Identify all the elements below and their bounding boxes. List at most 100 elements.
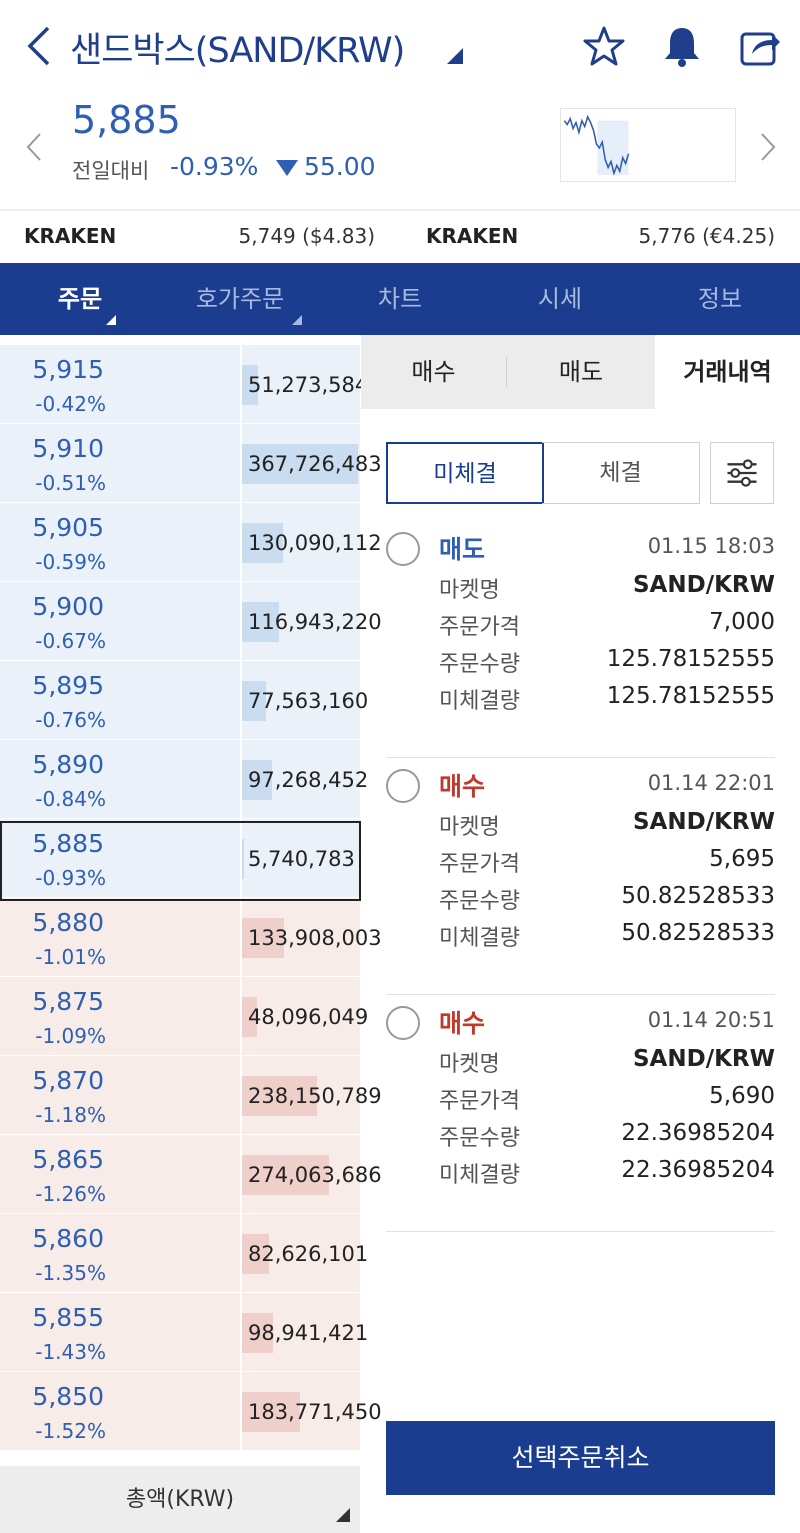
quantity-cell[interactable]: 51,273,584 bbox=[242, 345, 368, 423]
price-cell[interactable]: 5,910 -0.51% bbox=[0, 424, 240, 502]
mini-chart[interactable] bbox=[560, 108, 736, 182]
row-change: -0.84% bbox=[35, 787, 106, 811]
diff-label: 전일대비 bbox=[72, 159, 150, 183]
order-item[interactable]: 매수 01.14 22:01 마켓명 SAND/KRW 주문가격 5,695 주문수량 50.… bbox=[386, 757, 775, 995]
row-quantity: 116,943,220 bbox=[248, 610, 382, 634]
row-quantity: 130,090,112 bbox=[248, 531, 382, 555]
back-icon[interactable] bbox=[22, 22, 58, 70]
share-icon[interactable] bbox=[738, 24, 782, 68]
row-change: -1.26% bbox=[35, 1182, 106, 1206]
tab-chart-label: 차트 bbox=[377, 285, 423, 313]
order-item[interactable]: 매도 01.15 18:03 마켓명 SAND/KRW 주문가격 7,000 주문수량 125… bbox=[386, 520, 775, 758]
price-cell[interactable]: 5,870 -1.18% bbox=[0, 1056, 240, 1134]
bid-row[interactable]: 5,865 -1.26% 274,063,686 bbox=[0, 1135, 382, 1214]
ask-row[interactable]: 5,915 -0.42% 51,273,584 bbox=[0, 345, 368, 424]
quantity-cell[interactable]: 133,908,003 bbox=[242, 898, 382, 976]
quantity-cell[interactable]: 367,726,483 bbox=[242, 424, 382, 502]
order-price: 5,695 bbox=[709, 846, 775, 872]
ask-row[interactable]: 5,910 -0.51% 367,726,483 bbox=[0, 424, 382, 503]
quantity-cell[interactable]: 116,943,220 bbox=[242, 582, 382, 660]
order-item[interactable]: 매수 01.14 20:51 마켓명 SAND/KRW 주문가격 5,690 주문수량 22.… bbox=[386, 994, 775, 1232]
quantity-cell[interactable]: 97,268,452 bbox=[242, 740, 368, 818]
order-market: SAND/KRW bbox=[632, 1046, 775, 1072]
order-qty: 125.78152555 bbox=[606, 646, 775, 672]
divider bbox=[386, 1231, 775, 1232]
quantity-cell[interactable]: 82,626,101 bbox=[242, 1214, 368, 1292]
next-coin-icon[interactable] bbox=[756, 130, 780, 164]
bid-row[interactable]: 5,870 -1.18% 238,150,789 bbox=[0, 1056, 382, 1135]
ask-row[interactable]: 5,895 -0.76% 77,563,160 bbox=[0, 661, 368, 740]
order-select-radio[interactable] bbox=[386, 769, 420, 803]
order-select-radio[interactable] bbox=[386, 532, 420, 566]
quantity-cell[interactable]: 238,150,789 bbox=[242, 1056, 382, 1134]
bid-row[interactable]: 5,880 -1.01% 133,908,003 bbox=[0, 898, 382, 977]
row-price: 5,875 bbox=[32, 987, 104, 1016]
row-change: -0.76% bbox=[35, 708, 106, 732]
row-price: 5,890 bbox=[32, 750, 104, 779]
quantity-cell[interactable]: 130,090,112 bbox=[242, 503, 382, 581]
bid-row[interactable]: 5,875 -1.09% 48,096,049 bbox=[0, 977, 368, 1056]
bid-row[interactable]: 5,855 -1.43% 98,941,421 bbox=[0, 1293, 368, 1372]
tab-market[interactable]: 시세 bbox=[480, 263, 640, 335]
diff-amount: 55.00 bbox=[304, 152, 376, 181]
bell-icon[interactable] bbox=[660, 24, 704, 68]
order-qty: 22.36985204 bbox=[621, 1120, 775, 1146]
price-cell[interactable]: 5,915 -0.42% bbox=[0, 345, 240, 423]
order-side: 매수 bbox=[439, 1009, 486, 1038]
bid-row[interactable]: 5,850 -1.52% 183,771,450 bbox=[0, 1372, 382, 1451]
segment-unfilled[interactable]: 미체결 bbox=[386, 442, 544, 504]
bid-row[interactable]: 5,860 -1.35% 82,626,101 bbox=[0, 1214, 368, 1293]
prev-coin-icon[interactable] bbox=[22, 130, 46, 164]
price-cell[interactable]: 5,880 -1.01% bbox=[0, 898, 240, 976]
order-price: 5,690 bbox=[709, 1083, 775, 1109]
tab-hoga-order[interactable]: 호가주문 bbox=[160, 263, 320, 335]
price-cell[interactable]: 5,865 -1.26% bbox=[0, 1135, 240, 1213]
order-label: 주문수량 bbox=[439, 652, 520, 677]
segment-filled[interactable]: 체결 bbox=[542, 442, 700, 504]
price-cell[interactable]: 5,900 -0.67% bbox=[0, 582, 240, 660]
tab-history[interactable]: 거래내역 bbox=[655, 335, 800, 409]
ask-row[interactable]: 5,905 -0.59% 130,090,112 bbox=[0, 503, 382, 582]
filter-icon[interactable] bbox=[710, 442, 774, 504]
tab-sell[interactable]: 매도 bbox=[507, 335, 655, 409]
cancel-selected-orders-button[interactable]: 선택주문취소 bbox=[386, 1421, 775, 1495]
quantity-cell[interactable]: 183,771,450 bbox=[242, 1372, 382, 1450]
tab-buy[interactable]: 매수 bbox=[361, 335, 506, 409]
price-cell[interactable]: 5,890 -0.84% bbox=[0, 740, 240, 818]
ask-row[interactable]: 5,890 -0.84% 97,268,452 bbox=[0, 740, 368, 819]
row-price: 5,850 bbox=[32, 1382, 104, 1411]
page-title[interactable]: 샌드박스(SAND/KRW) bbox=[70, 22, 405, 73]
star-icon[interactable] bbox=[582, 24, 626, 68]
quantity-cell[interactable]: 48,096,049 bbox=[242, 977, 368, 1055]
row-quantity: 183,771,450 bbox=[248, 1400, 382, 1424]
tab-info[interactable]: 정보 bbox=[640, 263, 800, 335]
order-side: 매도 bbox=[439, 535, 486, 564]
row-change: -0.59% bbox=[35, 550, 106, 574]
order-side: 매수 bbox=[439, 772, 486, 801]
price-cell[interactable]: 5,875 -1.09% bbox=[0, 977, 240, 1055]
row-change: -1.52% bbox=[35, 1419, 106, 1443]
row-price: 5,870 bbox=[32, 1066, 104, 1095]
price-cell[interactable]: 5,860 -1.35% bbox=[0, 1214, 240, 1292]
tab-hoga-order-label: 호가주문 bbox=[195, 285, 285, 313]
row-price: 5,905 bbox=[32, 513, 104, 542]
price-cell[interactable]: 5,905 -0.59% bbox=[0, 503, 240, 581]
total-toggle[interactable]: 총액(KRW) bbox=[0, 1466, 360, 1533]
tab-dropdown-icon bbox=[292, 315, 302, 325]
row-price: 5,900 bbox=[32, 592, 104, 621]
order-unfilled: 50.82528533 bbox=[621, 920, 775, 946]
quantity-cell[interactable]: 77,563,160 bbox=[242, 661, 368, 739]
tab-chart[interactable]: 차트 bbox=[320, 263, 480, 335]
order-label: 마켓명 bbox=[439, 1052, 500, 1077]
kraken-price-eur: 5,776 (€4.25) bbox=[638, 224, 775, 248]
order-label: 미체결량 bbox=[439, 1163, 520, 1188]
price-cell[interactable]: 5,855 -1.43% bbox=[0, 1293, 240, 1371]
quantity-cell[interactable]: 274,063,686 bbox=[242, 1135, 382, 1213]
title-dropdown-icon[interactable] bbox=[447, 48, 463, 64]
order-select-radio[interactable] bbox=[386, 1006, 420, 1040]
tab-order[interactable]: 주문 bbox=[0, 263, 160, 335]
ask-row[interactable]: 5,900 -0.67% 116,943,220 bbox=[0, 582, 382, 661]
quantity-cell[interactable]: 98,941,421 bbox=[242, 1293, 368, 1371]
price-cell[interactable]: 5,895 -0.76% bbox=[0, 661, 240, 739]
price-cell[interactable]: 5,850 -1.52% bbox=[0, 1372, 240, 1450]
